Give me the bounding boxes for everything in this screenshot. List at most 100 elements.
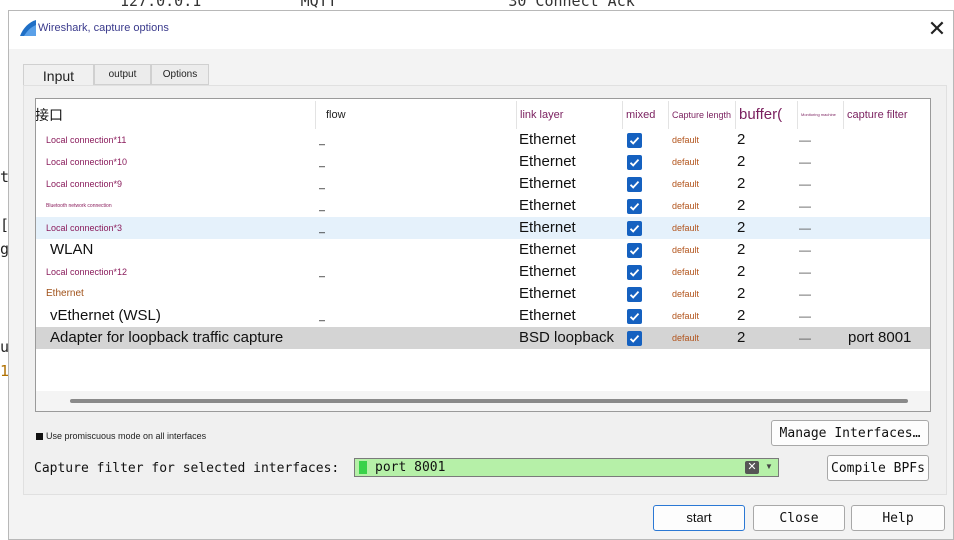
buffer-value[interactable]: 2 <box>737 195 745 217</box>
header-capture-length[interactable]: Capture length <box>669 101 736 129</box>
promiscuous-checkbox[interactable]: Use promiscuous mode on all interfaces <box>36 431 206 441</box>
buffer-value[interactable]: 2 <box>737 261 745 283</box>
traffic-sparkline: _ <box>319 310 326 322</box>
capture-length-value[interactable]: default <box>672 151 699 173</box>
table-row[interactable]: Local connection*11 _ Ethernet default 2 — <box>36 129 930 151</box>
buffer-value[interactable]: 2 <box>737 129 745 151</box>
buffer-value[interactable]: 2 <box>737 151 745 173</box>
title-bar[interactable]: Wireshark, capture options ✕ <box>9 11 953 49</box>
dialog-title: Wireshark, capture options <box>38 22 169 34</box>
link-layer-value[interactable]: BSD loopback <box>519 327 614 349</box>
link-layer-value[interactable]: Ethernet <box>519 239 576 261</box>
monitor-mode-value[interactable]: — <box>799 151 811 173</box>
buffer-value[interactable]: 2 <box>737 305 745 327</box>
help-button[interactable]: Help <box>851 505 945 531</box>
monitor-mode-value[interactable]: — <box>799 305 811 327</box>
header-mixed[interactable]: mixed <box>623 101 669 129</box>
link-layer-value[interactable]: Ethernet <box>519 305 576 327</box>
monitor-mode-value[interactable]: — <box>799 195 811 217</box>
header-link-layer[interactable]: link layer <box>517 101 623 129</box>
table-row[interactable]: Local connection*3 _ Ethernet default 2 — <box>36 217 930 239</box>
monitor-mode-value[interactable]: — <box>799 239 811 261</box>
table-row[interactable]: vEthernet (WSL) _ Ethernet default 2 — <box>36 305 930 327</box>
checkmark-icon <box>629 334 640 343</box>
link-layer-value[interactable]: Ethernet <box>519 173 576 195</box>
monitor-mode-value[interactable]: — <box>799 217 811 239</box>
interface-name: Local connection*11 <box>46 135 127 145</box>
capture-length-value[interactable]: default <box>672 305 699 327</box>
buffer-value[interactable]: 2 <box>737 239 745 261</box>
promiscuous-checkbox[interactable] <box>627 199 642 214</box>
promiscuous-checkbox[interactable] <box>627 287 642 302</box>
promiscuous-checkbox[interactable] <box>627 265 642 280</box>
capture-length-value[interactable]: default <box>672 261 699 283</box>
checkmark-icon <box>629 290 640 299</box>
clear-icon[interactable]: ✕ <box>745 461 759 474</box>
bookmark-icon[interactable] <box>359 461 367 474</box>
capture-length-value[interactable]: default <box>672 173 699 195</box>
link-layer-value[interactable]: Ethernet <box>519 129 576 151</box>
capture-length-value[interactable]: default <box>672 217 699 239</box>
header-flow[interactable]: flow <box>316 101 517 129</box>
capture-options-dialog: Wireshark, capture options ✕ Input outpu… <box>8 10 954 540</box>
buffer-value[interactable]: 2 <box>737 283 745 305</box>
traffic-sparkline: _ <box>319 178 326 190</box>
link-layer-value[interactable]: Ethernet <box>519 261 576 283</box>
close-button[interactable]: Close <box>753 505 845 531</box>
table-row[interactable]: Bluetooth network connection _ Ethernet def… <box>36 195 930 217</box>
table-row[interactable]: Local connection*12 _ Ethernet default 2 — <box>36 261 930 283</box>
tab-input[interactable]: Input <box>23 64 94 86</box>
capture-filter-label: Capture filter for selected interfaces: <box>34 461 340 476</box>
link-layer-value[interactable]: Ethernet <box>519 217 576 239</box>
header-interface[interactable]: 接口 <box>36 101 316 129</box>
tab-output[interactable]: output <box>94 64 151 85</box>
monitor-mode-value[interactable]: — <box>799 327 811 349</box>
promiscuous-checkbox[interactable] <box>627 133 642 148</box>
interface-name: Local connection*9 <box>46 179 123 189</box>
header-buffer[interactable]: buffer( <box>736 101 798 129</box>
buffer-value[interactable]: 2 <box>737 327 745 349</box>
capture-length-value[interactable]: default <box>672 239 699 261</box>
monitor-mode-value[interactable]: — <box>799 283 811 305</box>
capture-length-value[interactable]: default <box>672 327 699 349</box>
traffic-sparkline: _ <box>319 222 326 234</box>
checkbox-icon[interactable] <box>36 433 43 441</box>
capture-filter-value[interactable]: port 8001 <box>848 327 911 349</box>
monitor-mode-value[interactable]: — <box>799 261 811 283</box>
table-row[interactable]: Local connection*10 _ Ethernet default 2 — <box>36 151 930 173</box>
chevron-down-icon[interactable]: ▼ <box>765 462 773 471</box>
promiscuous-checkbox[interactable] <box>627 155 642 170</box>
table-row[interactable]: WLAN Ethernet default 2 — <box>36 239 930 261</box>
link-layer-value[interactable]: Ethernet <box>519 151 576 173</box>
manage-interfaces-button[interactable]: Manage Interfaces… <box>771 420 929 446</box>
header-monitor-mode[interactable]: Monitoring machine <box>798 101 844 129</box>
promiscuous-checkbox[interactable] <box>627 243 642 258</box>
promiscuous-checkbox[interactable] <box>627 221 642 236</box>
buffer-value[interactable]: 2 <box>737 173 745 195</box>
capture-filter-value: port 8001 <box>375 460 446 475</box>
monitor-mode-value[interactable]: — <box>799 173 811 195</box>
table-row[interactable]: Adapter for loopback traffic capture BSD … <box>36 327 930 349</box>
promiscuous-checkbox[interactable] <box>627 331 642 346</box>
interface-name: vEthernet (WSL) <box>50 307 161 324</box>
table-row[interactable]: Local connection*9 _ Ethernet default 2 — <box>36 173 930 195</box>
monitor-mode-value[interactable]: — <box>799 129 811 151</box>
traffic-sparkline: _ <box>319 134 326 146</box>
scrollbar-thumb[interactable] <box>70 399 908 403</box>
header-capture-filter[interactable]: capture filter <box>844 101 930 129</box>
promiscuous-checkbox[interactable] <box>627 309 642 324</box>
link-layer-value[interactable]: Ethernet <box>519 283 576 305</box>
checkmark-icon <box>629 224 640 233</box>
link-layer-value[interactable]: Ethernet <box>519 195 576 217</box>
capture-filter-input[interactable]: port 8001 ✕ ▼ <box>354 458 779 477</box>
compile-bpfs-button[interactable]: Compile BPFs <box>827 455 929 481</box>
promiscuous-checkbox[interactable] <box>627 177 642 192</box>
buffer-value[interactable]: 2 <box>737 217 745 239</box>
start-button[interactable]: start <box>653 505 745 531</box>
tab-options[interactable]: Options <box>151 64 209 85</box>
capture-length-value[interactable]: default <box>672 195 699 217</box>
capture-length-value[interactable]: default <box>672 283 699 305</box>
close-icon[interactable]: ✕ <box>927 19 947 41</box>
table-row[interactable]: Ethernet Ethernet default 2 — <box>36 283 930 305</box>
capture-length-value[interactable]: default <box>672 129 699 151</box>
